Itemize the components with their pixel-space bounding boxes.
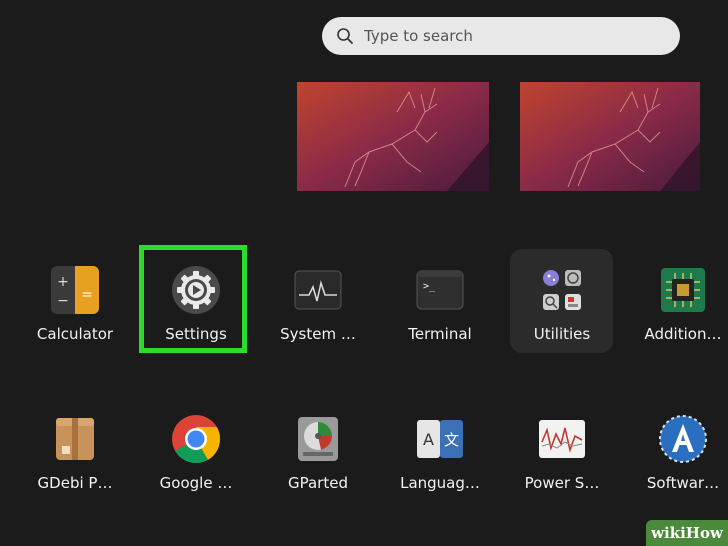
wikihow-watermark: wiki How [646,520,728,546]
language-support-icon: A 文 [415,414,465,464]
gdebi-package-icon [50,414,100,464]
app-calculator[interactable]: + − = Calculator [20,249,130,353]
app-gparted[interactable]: GParted [263,398,373,502]
google-chrome-icon [171,414,221,464]
app-label: Calculator [36,325,114,343]
app-power-statistics[interactable]: Power S… [507,398,617,502]
workspace-thumbnail-1[interactable] [297,82,489,191]
app-software-updater[interactable]: Softwar… [628,398,728,502]
app-label: Google … [159,474,233,492]
search-icon [337,28,353,44]
system-monitor-icon [293,265,343,315]
svg-text:−: − [57,293,69,309]
app-label: Addition… [644,325,722,343]
app-google-chrome[interactable]: Google … [141,398,251,502]
workspace-thumbnail-2[interactable] [520,82,700,191]
calculator-icon: + − = [50,265,100,315]
app-label: Terminal [408,325,472,343]
app-label: System … [280,325,356,343]
app-label: Languag… [400,474,480,492]
svg-text:+: + [57,274,69,290]
app-terminal[interactable]: >_ Terminal [385,249,495,353]
utilities-folder-icon [537,265,587,315]
app-additional-drivers[interactable]: Addition… [628,249,728,353]
terminal-icon: >_ [415,265,465,315]
app-label: Softwar… [646,474,720,492]
settings-highlight-box [139,245,247,353]
app-language-support[interactable]: A 文 Languag… [385,398,495,502]
app-label: GDebi P… [37,474,113,492]
app-label: GParted [288,474,348,492]
svg-text:>_: >_ [423,281,436,292]
app-system-monitor[interactable]: System … [263,249,373,353]
app-utilities-folder[interactable]: Utilities [507,249,617,353]
svg-text:文: 文 [444,431,459,449]
app-label: Utilities [533,325,591,343]
svg-text:A: A [423,430,434,449]
power-statistics-icon [537,414,587,464]
watermark-part1: wiki [651,524,686,542]
svg-text:=: = [81,287,93,303]
search-bar[interactable] [322,17,680,55]
software-updater-icon [658,414,708,464]
gparted-icon [293,414,343,464]
app-gdebi[interactable]: GDebi P… [20,398,130,502]
search-input[interactable] [362,26,666,46]
app-label: Power S… [524,474,600,492]
watermark-part2: How [685,524,723,542]
additional-drivers-icon [658,265,708,315]
